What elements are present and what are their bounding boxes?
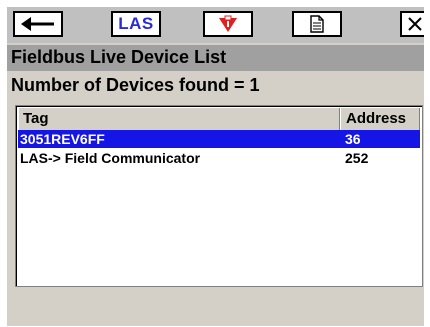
table-row[interactable]: LAS-> Field Communicator 252 bbox=[18, 149, 420, 167]
column-header-address[interactable]: Address bbox=[340, 108, 420, 130]
column-header-tag[interactable]: Tag bbox=[18, 108, 340, 130]
document-button[interactable] bbox=[292, 11, 342, 37]
toolbar: LAS bbox=[7, 7, 424, 43]
las-button[interactable]: LAS bbox=[111, 11, 161, 37]
field-communicator-icon bbox=[217, 15, 239, 33]
close-button[interactable] bbox=[400, 11, 424, 37]
close-icon bbox=[407, 16, 423, 32]
document-icon bbox=[310, 15, 324, 33]
page-title: Fieldbus Live Device List bbox=[11, 47, 227, 67]
row-address: 252 bbox=[345, 150, 369, 166]
device-count: Number of Devices found = 1 bbox=[11, 75, 260, 95]
row-tag: 3051REV6FF bbox=[20, 131, 105, 147]
row-tag: LAS-> Field Communicator bbox=[20, 150, 201, 166]
las-label: LAS bbox=[118, 14, 154, 33]
table-row[interactable]: 3051REV6FF 36 bbox=[18, 130, 420, 148]
device-list[interactable]: Tag Address 3051REV6FF 36 LAS-> Field Co… bbox=[15, 105, 423, 287]
back-button[interactable] bbox=[13, 11, 63, 37]
back-arrow-icon bbox=[20, 16, 56, 32]
device-list-screen: LAS Fieldbus Live Device List Number of … bbox=[7, 7, 424, 326]
row-address: 36 bbox=[345, 131, 361, 147]
field-communicator-button[interactable] bbox=[203, 11, 253, 37]
list-header: Tag Address bbox=[18, 108, 420, 131]
